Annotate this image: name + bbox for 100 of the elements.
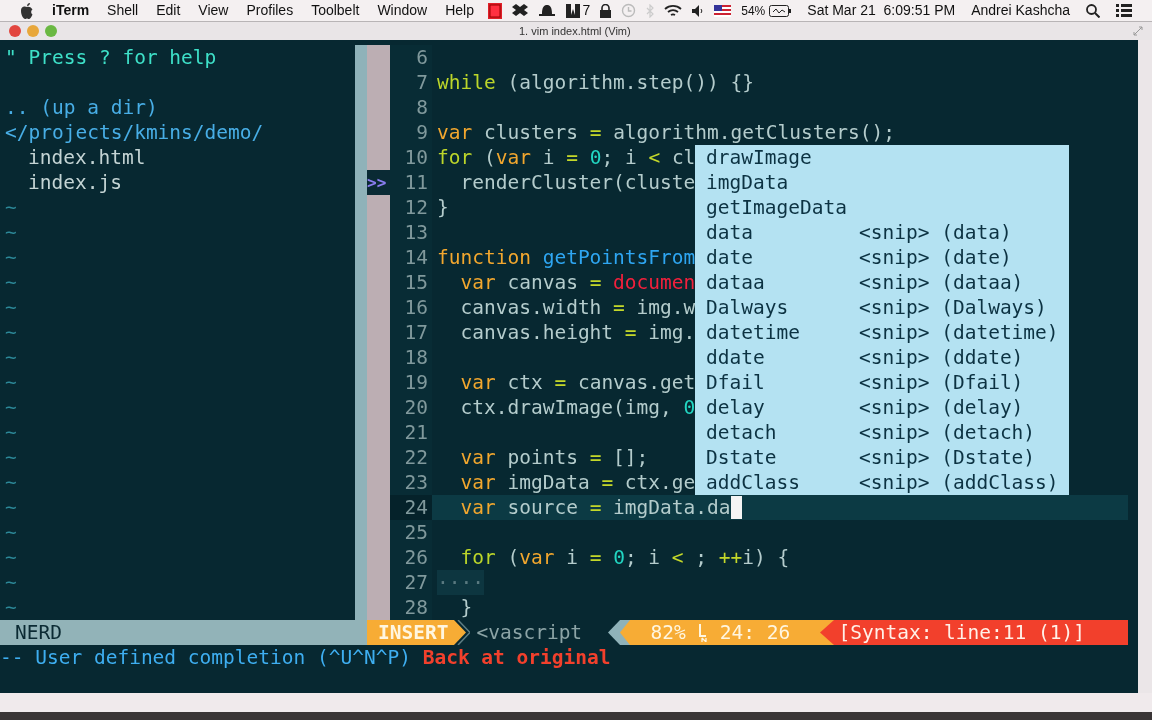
text-cursor (730, 496, 742, 519)
menu-item[interactable]: Window (377, 0, 428, 21)
lock-icon[interactable] (600, 3, 612, 18)
completion-item[interactable]: Dfail <snip> (Dfail) (695, 370, 1069, 395)
completion-item[interactable]: dataa <snip> (dataa) (695, 270, 1069, 295)
line-number: 7 (390, 70, 432, 95)
wifi-icon[interactable] (664, 3, 683, 18)
root-directory[interactable]: </projects/kmins/demo/ (5, 120, 355, 145)
code-line: var points = []; (459, 445, 649, 470)
code-line: } (436, 195, 449, 220)
completion-item[interactable]: getImageData (695, 195, 1069, 220)
code-line: ctx.drawImage(img, 0 (459, 395, 696, 420)
user-name[interactable]: Andrei Kashcha (971, 0, 1070, 21)
close-button[interactable] (9, 25, 21, 37)
completion-item[interactable]: Dalways <snip> (Dalways) (695, 295, 1069, 320)
menu-item[interactable]: Edit (156, 0, 181, 21)
line-number: 26 (390, 545, 432, 570)
cursor-position: 24: 26 (719, 620, 791, 645)
adobe-count: 7 (582, 1, 591, 20)
app-menu[interactable]: iTerm (52, 0, 90, 21)
file-item[interactable]: index.js (28, 170, 355, 195)
separator-arrow-icon (450, 620, 471, 645)
empty-line-marker: ~ (5, 570, 17, 595)
line-number: 14 (390, 245, 432, 270)
line-number: 9 (390, 120, 432, 145)
line-number: 20 (390, 395, 432, 420)
code-line: var ctx = canvas.get (459, 370, 696, 395)
line-number: 19 (390, 370, 432, 395)
menu-item[interactable]: View (198, 0, 229, 21)
line-number: 8 (390, 95, 432, 120)
line-number: 11 (390, 170, 432, 195)
line-number: 21 (390, 420, 432, 445)
completion-item[interactable]: detach <snip> (detach) (695, 420, 1069, 445)
completion-item[interactable]: date <snip> (date) (695, 245, 1069, 270)
line-number: 10 (390, 145, 432, 170)
line-number: 27 (390, 570, 432, 595)
line-number: 13 (390, 220, 432, 245)
completion-item[interactable]: Dstate <snip> (Dstate) (695, 445, 1069, 470)
completion-message: -- User defined completion (^U^N^P) (0, 645, 411, 670)
parent-directory[interactable]: .. (up a dir) (5, 95, 355, 120)
empty-line-marker: ~ (5, 520, 17, 545)
completion-item[interactable]: imgData (695, 170, 1069, 195)
code-line: while (algorithm.step()) {} (436, 70, 754, 95)
apple-icon[interactable] (20, 2, 34, 19)
record-icon[interactable] (488, 2, 503, 19)
code-line: var clusters = algorithm.getClusters(); (436, 120, 895, 145)
file-type: <vascript (475, 620, 584, 645)
completion-item[interactable]: ddate <snip> (ddate) (695, 345, 1069, 370)
speaker-icon[interactable] (692, 4, 705, 17)
line-number: 24 (390, 495, 432, 520)
empty-line-marker: ~ (5, 445, 17, 470)
flag-icon[interactable] (714, 4, 732, 17)
code-line: var imgData = ctx.ge (459, 470, 696, 495)
empty-line-marker: ~ (5, 370, 17, 395)
code-line: renderCluster(cluste (459, 170, 696, 195)
empty-line-marker: ~ (5, 245, 17, 270)
empty-line-marker: ~ (5, 495, 17, 520)
completion-item[interactable]: data <snip> (data) (695, 220, 1069, 245)
line-number: 12 (390, 195, 432, 220)
empty-line-marker: ~ (5, 195, 17, 220)
empty-line-marker: ~ (5, 345, 17, 370)
menu-item[interactable]: Shell (107, 0, 139, 21)
empty-line-marker: ~ (5, 470, 17, 495)
completion-item[interactable]: drawImage (695, 145, 1069, 170)
line-number: 18 (390, 345, 432, 370)
battery-icon[interactable] (769, 4, 792, 17)
code-line: function getPointsFrom (436, 245, 696, 270)
file-item[interactable]: index.html (28, 145, 355, 170)
menu-item[interactable]: Toolbelt (311, 0, 360, 21)
code-line: var source = imgData.da (432, 495, 742, 520)
empty-line-marker: ~ (5, 320, 17, 345)
line-number-icon (697, 623, 708, 642)
help-hint: " Press ? for help (5, 45, 218, 70)
code-line: } (459, 595, 473, 620)
line-number: 15 (390, 270, 432, 295)
line-number: 17 (390, 320, 432, 345)
code-line: var canvas = documen (459, 270, 696, 295)
menu-clock[interactable]: Sat Mar 21 6:09:51 PM (807, 0, 956, 21)
line-number: 28 (390, 595, 432, 620)
line-number: 16 (390, 295, 432, 320)
menu-item[interactable]: Profiles (246, 0, 294, 21)
line-number: 6 (390, 45, 432, 70)
search-icon[interactable] (1086, 3, 1100, 18)
menu-item[interactable]: Help (445, 0, 474, 21)
line-number: 25 (390, 520, 432, 545)
code-line: for (var i = 0; i < ; ++i) { (459, 545, 790, 570)
completion-item[interactable]: datetime <snip> (datetime) (695, 320, 1069, 345)
completion-item[interactable]: addClass <snip> (addClass) (695, 470, 1069, 495)
empty-line-marker: ~ (5, 595, 17, 620)
code-line: for (var i = 0; i < cl (436, 145, 696, 170)
completion-item[interactable]: delay <snip> (delay) (695, 395, 1069, 420)
empty-line-marker: ~ (5, 545, 17, 570)
error-sign: >> (367, 170, 390, 195)
scroll-percent: 82% (650, 620, 686, 645)
window-title: 1. vim index.html (Vim) (519, 23, 631, 39)
list-icon[interactable] (1116, 4, 1132, 17)
hat-icon[interactable] (538, 3, 557, 18)
empty-line-marker: ~ (5, 395, 17, 420)
empty-line-marker: ~ (5, 295, 17, 320)
error-message: Back at original (422, 645, 611, 670)
